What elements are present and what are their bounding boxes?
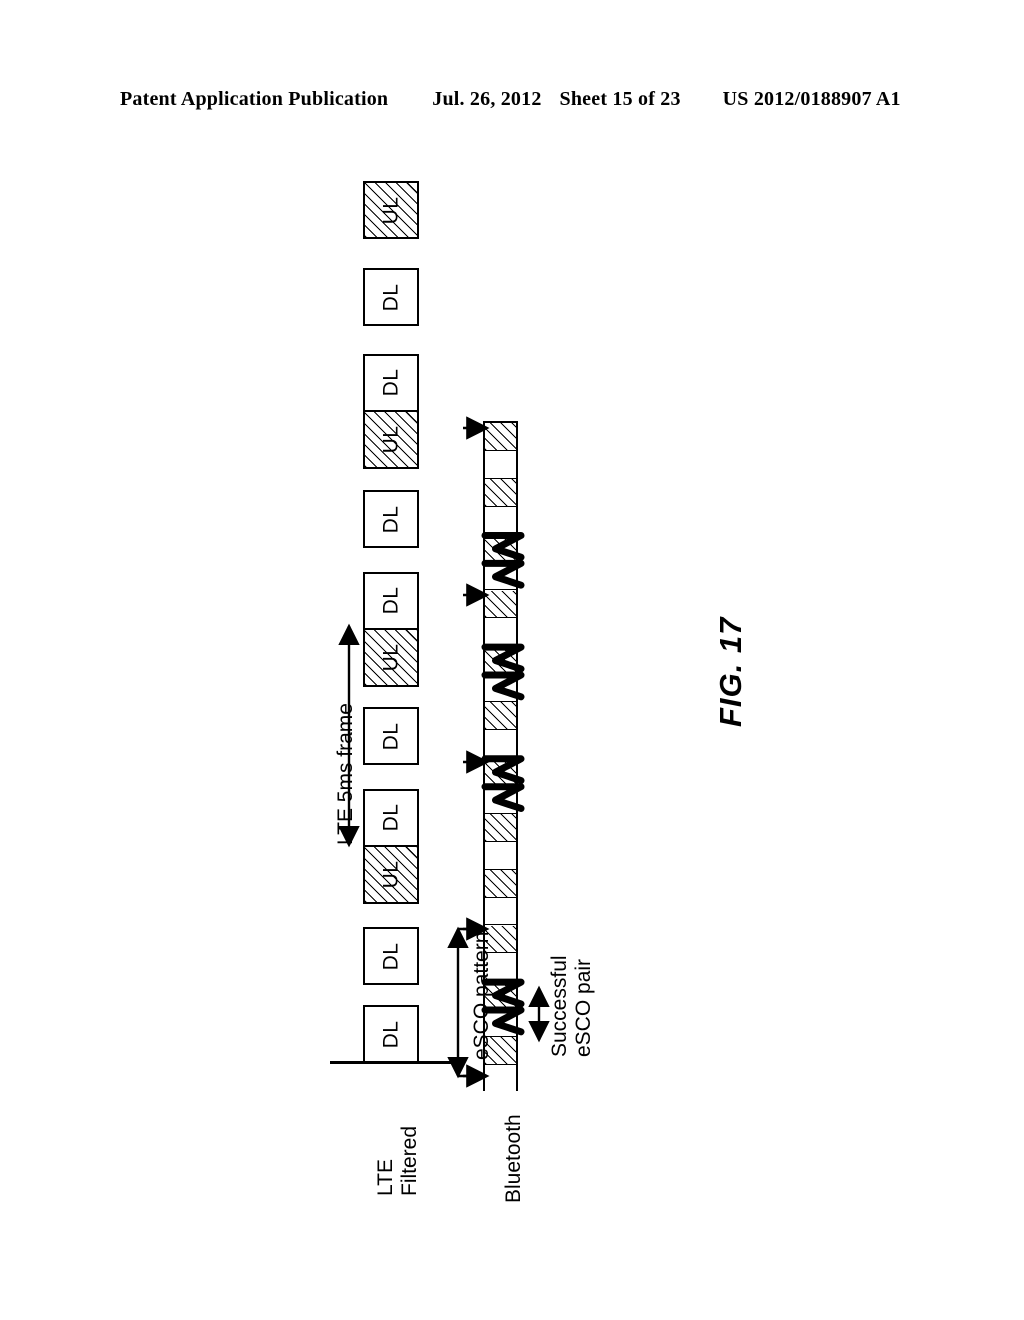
bluetooth-slot-tx	[485, 423, 516, 451]
bluetooth-slot-rx	[485, 674, 516, 703]
lte-block-dl: DL	[363, 707, 419, 765]
lte-block-label: DL	[379, 368, 403, 397]
lte-block-label: DL	[379, 505, 403, 533]
axis-label-bluetooth: Bluetooth	[502, 1114, 525, 1203]
lte-block-ul: UL	[363, 181, 419, 239]
bluetooth-slot-rx	[485, 897, 516, 926]
lte-block-label: DL	[379, 803, 403, 832]
lte-block-label: DL	[379, 283, 403, 311]
lte-block-dl: DL	[365, 791, 417, 847]
lte-block-label: DL	[379, 722, 403, 750]
lte-block-pair-dl-ul: DL UL	[363, 789, 419, 904]
lte-block-pair-dl-ul: DL UL	[363, 354, 419, 469]
lte-baseline	[330, 1061, 462, 1064]
bluetooth-slot-rx	[485, 785, 516, 814]
lte-block-label: UL	[379, 860, 403, 889]
axis-label-lte-line1: LTE	[374, 1159, 397, 1196]
successful-esco-pair-line1: Successful	[548, 955, 571, 1057]
lte-block-label: DL	[379, 942, 403, 970]
bluetooth-slot-rx	[485, 450, 516, 479]
lte-block-ul: UL	[365, 629, 417, 685]
bluetooth-slot-tx	[485, 646, 516, 675]
lte-block-pair-dl-ul: DL UL	[363, 572, 419, 687]
bluetooth-slot-tx	[485, 702, 516, 731]
bluetooth-slot-tx	[485, 869, 516, 898]
axis-label-lte-line2: Filtered	[397, 1125, 421, 1196]
lte-block-ul: UL	[365, 846, 417, 902]
bluetooth-slot-tx	[485, 590, 516, 619]
bluetooth-slot-rx	[485, 730, 516, 758]
patent-figure-17: UL DL DL UL DL DL UL DL DL UL DL DL LTE 5ms frame e…	[0, 0, 1024, 1320]
lte-block-dl: DL	[363, 268, 419, 326]
lte-5ms-frame-label: LTE 5ms frame	[334, 703, 357, 845]
lte-block-dl: DL	[365, 356, 417, 412]
bluetooth-slot-tx	[485, 758, 516, 786]
bluetooth-slot-rx	[485, 562, 516, 591]
lte-block-dl: DL	[363, 490, 419, 548]
lte-block-ul: UL	[365, 411, 417, 467]
figure-caption: FIG. 17	[713, 616, 748, 727]
bluetooth-slot-tx	[485, 478, 516, 507]
bluetooth-slot-rx	[485, 1065, 516, 1093]
lte-block-dl: DL	[363, 927, 419, 985]
bluetooth-slot-tx	[485, 813, 516, 842]
lte-block-dl: DL	[363, 1005, 419, 1063]
lte-block-label: UL	[379, 425, 403, 454]
lte-block-label: DL	[379, 1020, 403, 1048]
bluetooth-slot-rx	[485, 618, 516, 647]
esco-pattern-label: eSCO pattern	[470, 931, 493, 1060]
bluetooth-slot-rx	[485, 841, 516, 870]
lte-block-dl: DL	[365, 574, 417, 630]
lte-block-label: DL	[379, 586, 403, 615]
bluetooth-slot-rx	[485, 506, 516, 535]
successful-esco-pair-line2: eSCO pair	[571, 958, 595, 1057]
bluetooth-slot-tx	[485, 534, 516, 563]
lte-block-label: UL	[379, 643, 403, 672]
axis-label-lte-filtered: LTE Filtered	[374, 1126, 421, 1196]
successful-esco-pair-label: Successful eSCO pair	[548, 955, 595, 1057]
lte-block-label: UL	[379, 196, 403, 224]
